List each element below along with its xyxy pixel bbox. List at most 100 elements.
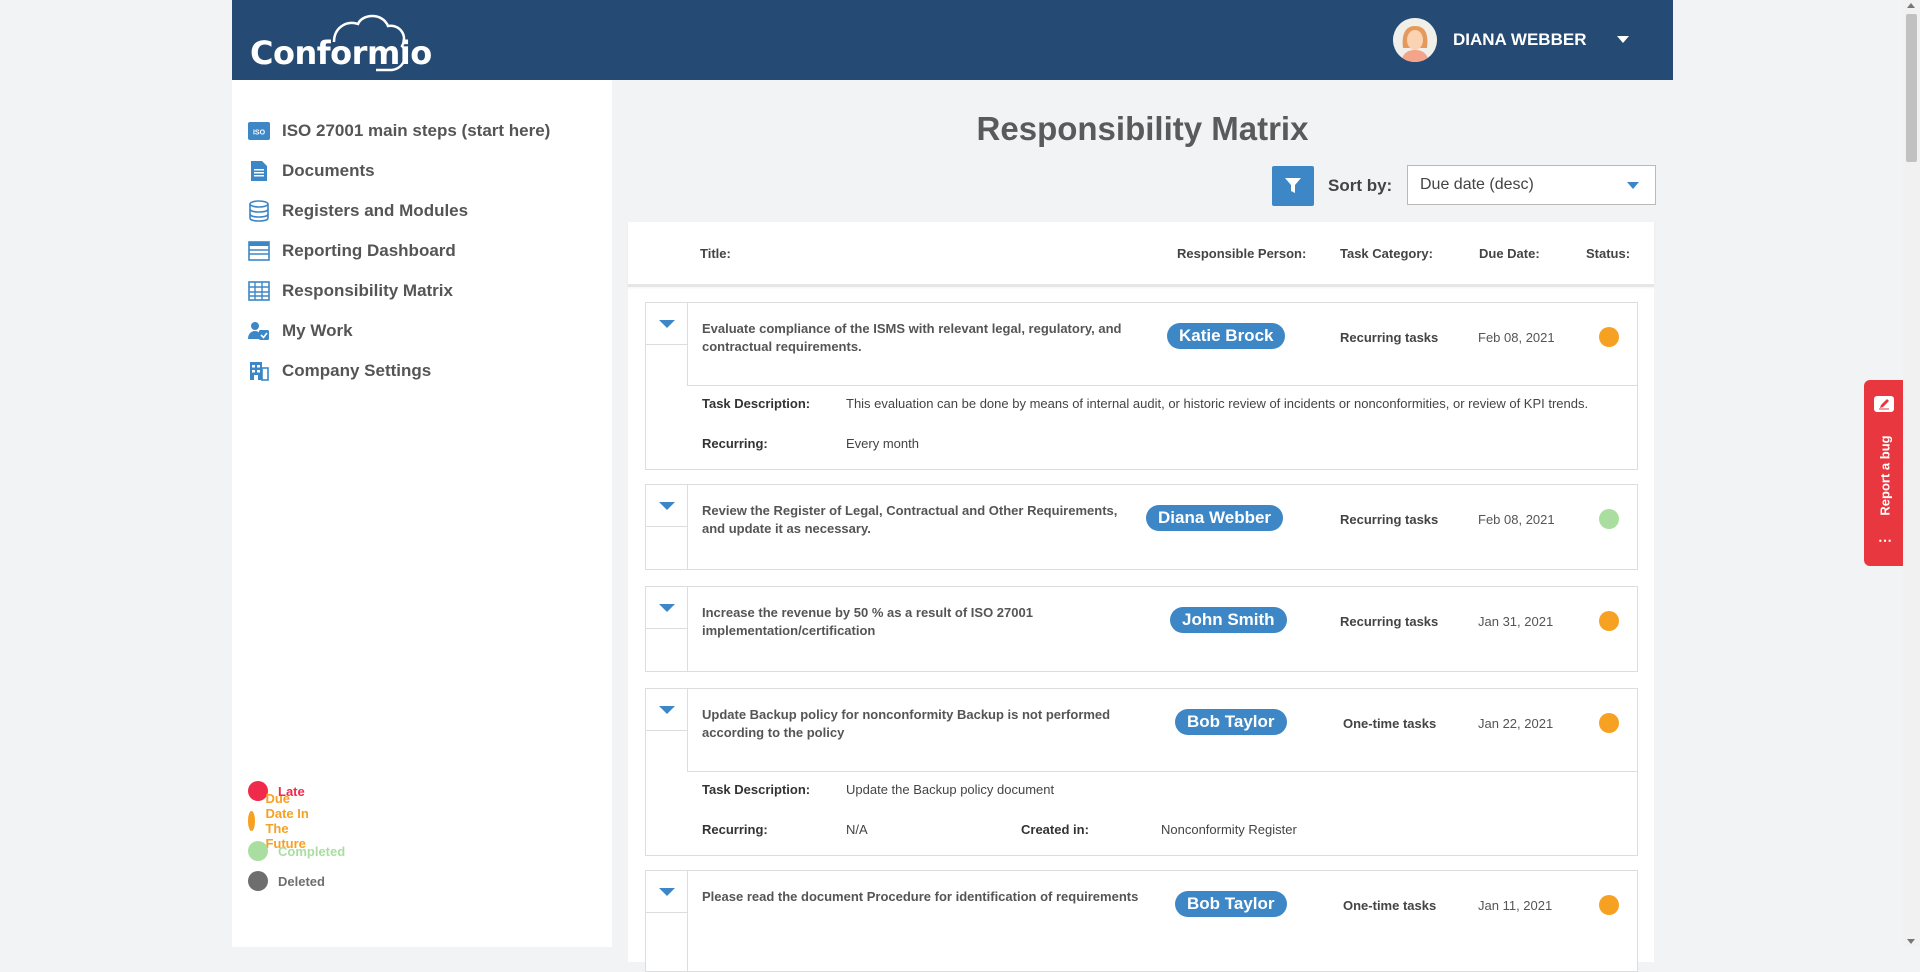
chevron-down-icon[interactable] bbox=[659, 502, 675, 510]
chevron-down-icon[interactable] bbox=[659, 888, 675, 896]
sidebar-item-my-work[interactable]: My Work bbox=[248, 316, 353, 346]
filter-button[interactable] bbox=[1272, 166, 1314, 206]
chevron-down-icon[interactable] bbox=[1617, 36, 1629, 43]
app-page: Conformio DIANA WEBBER ISO ISO 27001 mai… bbox=[232, 0, 1673, 972]
task-description: This evaluation can be done by means of … bbox=[846, 396, 1589, 411]
legend-label: Deleted bbox=[278, 873, 325, 889]
sidebar-item-label: Documents bbox=[282, 161, 375, 180]
main-content: Responsibility Matrix Sort by: Due date … bbox=[612, 80, 1673, 972]
column-header-category[interactable]: Task Category: bbox=[1340, 246, 1433, 261]
task-details: Task Description: This evaluation can be… bbox=[687, 385, 1637, 470]
scroll-down-icon[interactable] bbox=[1907, 939, 1915, 944]
responsible-person-badge[interactable]: Bob Taylor bbox=[1175, 891, 1287, 917]
responsible-person-badge[interactable]: Katie Brock bbox=[1167, 323, 1286, 349]
task-category: Recurring tasks bbox=[1340, 614, 1439, 629]
status-dot bbox=[1599, 611, 1619, 631]
recurring-label: Recurring: bbox=[702, 436, 768, 451]
task-details: Task Description: Update the Backup poli… bbox=[687, 771, 1637, 856]
expand-column bbox=[646, 303, 688, 385]
task-row-header: Please read the document Procedure for i… bbox=[646, 871, 1637, 971]
scroll-thumb[interactable] bbox=[1906, 14, 1917, 162]
column-header-due-date[interactable]: Due Date: bbox=[1479, 246, 1540, 261]
task-row-header: Update Backup policy for nonconformity B… bbox=[646, 689, 1637, 771]
status-dot bbox=[1599, 713, 1619, 733]
divider bbox=[646, 730, 687, 731]
due-date: Jan 22, 2021 bbox=[1478, 716, 1554, 731]
expand-column bbox=[646, 485, 688, 569]
divider bbox=[646, 344, 687, 345]
responsible-person-badge[interactable]: Diana Webber bbox=[1146, 505, 1284, 531]
page-title: Responsibility Matrix bbox=[976, 110, 1309, 147]
top-bar: Conformio DIANA WEBBER bbox=[232, 0, 1673, 80]
task-title[interactable]: Evaluate compliance of the ISMS with rel… bbox=[702, 320, 1162, 356]
legend-item-future: Due Date In The Future bbox=[248, 791, 318, 851]
status-dot bbox=[248, 841, 268, 861]
chevron-down-icon bbox=[1627, 182, 1639, 189]
scroll-up-icon[interactable] bbox=[1907, 3, 1915, 8]
task-category: Recurring tasks bbox=[1340, 512, 1439, 527]
sidebar-item-responsibility-matrix[interactable]: Responsibility Matrix bbox=[248, 276, 453, 306]
task-description: Update the Backup policy document bbox=[846, 782, 1055, 797]
sidebar-item-label: Responsibility Matrix bbox=[282, 281, 453, 300]
expand-column bbox=[646, 689, 688, 771]
status-dot bbox=[248, 811, 256, 831]
report-bug-button[interactable]: Report a bug ⋯ bbox=[1864, 380, 1904, 566]
sidebar-item-label: My Work bbox=[282, 321, 353, 340]
sidebar-item-company-settings[interactable]: Company Settings bbox=[248, 356, 431, 386]
database-icon bbox=[248, 200, 270, 222]
recurring-label: Recurring: bbox=[702, 822, 768, 837]
sort-select[interactable]: Due date (desc) bbox=[1407, 165, 1656, 205]
chevron-down-icon[interactable] bbox=[659, 604, 675, 612]
page-scrollbar[interactable] bbox=[1903, 0, 1920, 947]
sidebar-item-label: Company Settings bbox=[282, 361, 432, 380]
due-date: Feb 08, 2021 bbox=[1478, 330, 1555, 345]
sidebar-item-label: Reporting Dashboard bbox=[282, 241, 456, 260]
sidebar-item-label: ISO 27001 main steps (start here) bbox=[282, 121, 551, 140]
column-header-person[interactable]: Responsible Person: bbox=[1177, 246, 1306, 261]
avatar[interactable] bbox=[1393, 18, 1437, 62]
edit-icon bbox=[1874, 396, 1894, 412]
user-name[interactable]: DIANA WEBBER bbox=[1453, 30, 1586, 50]
task-description-label: Task Description: bbox=[702, 782, 811, 797]
sidebar-item-reporting-dashboard[interactable]: Reporting Dashboard bbox=[248, 236, 456, 266]
legend-label: Completed bbox=[278, 843, 346, 859]
status-dot bbox=[248, 871, 268, 891]
sort-label: Sort by: bbox=[1328, 176, 1393, 195]
due-date: Jan 11, 2021 bbox=[1478, 898, 1553, 913]
task-category: Recurring tasks bbox=[1340, 330, 1439, 345]
document-icon bbox=[248, 160, 270, 182]
table-row: Evaluate compliance of the ISMS with rel… bbox=[645, 302, 1638, 470]
table-row: Update Backup policy for nonconformity B… bbox=[645, 688, 1638, 856]
task-title[interactable]: Increase the revenue by 50 % as a result… bbox=[702, 604, 1042, 640]
chevron-down-icon[interactable] bbox=[659, 320, 675, 328]
divider bbox=[646, 912, 687, 913]
column-header-title[interactable]: Title: bbox=[700, 246, 731, 261]
created-in-value: Nonconformity Register bbox=[1161, 822, 1297, 837]
task-title[interactable]: Please read the document Procedure for i… bbox=[702, 888, 1172, 906]
table-header: Title: Responsible Person: Task Category… bbox=[628, 222, 1654, 287]
chevron-down-icon[interactable] bbox=[659, 706, 675, 714]
due-date: Jan 31, 2021 bbox=[1478, 614, 1554, 629]
report-bug-label: Report a bug bbox=[1877, 435, 1893, 516]
responsible-person-badge[interactable]: Bob Taylor bbox=[1175, 709, 1287, 735]
conformio-logo[interactable]: Conformio bbox=[246, 12, 436, 72]
matrix-icon bbox=[248, 280, 270, 302]
sidebar-item-label: Registers and Modules bbox=[282, 201, 469, 220]
divider bbox=[646, 628, 687, 629]
user-menu[interactable]: DIANA WEBBER bbox=[1393, 0, 1673, 80]
column-header-status[interactable]: Status: bbox=[1586, 246, 1630, 261]
responsibility-table: Title: Responsible Person: Task Category… bbox=[628, 222, 1654, 972]
task-title[interactable]: Update Backup policy for nonconformity B… bbox=[702, 706, 1172, 742]
recurring-value: N/A bbox=[846, 822, 868, 837]
responsible-person-badge[interactable]: John Smith bbox=[1170, 607, 1287, 633]
filter-icon bbox=[1285, 178, 1301, 193]
status-dot bbox=[1599, 509, 1619, 529]
more-icon: ⋯ bbox=[1878, 532, 1892, 548]
due-date: Feb 08, 2021 bbox=[1478, 512, 1555, 527]
task-row-header: Evaluate compliance of the ISMS with rel… bbox=[646, 303, 1637, 385]
task-title[interactable]: Review the Register of Legal, Contractua… bbox=[702, 502, 1142, 538]
sidebar-item-iso-steps[interactable]: ISO ISO 27001 main steps (start here) bbox=[248, 116, 550, 146]
recurring-value: Every month bbox=[846, 436, 919, 451]
sidebar-item-registers[interactable]: Registers and Modules bbox=[248, 196, 468, 226]
sidebar-item-documents[interactable]: Documents bbox=[248, 156, 375, 186]
